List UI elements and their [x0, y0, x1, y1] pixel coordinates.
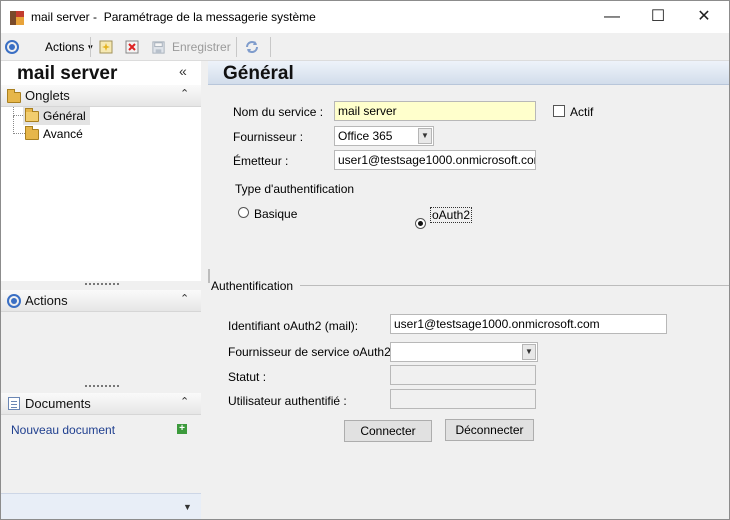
- auth-oauth2-label: oAuth2: [430, 207, 473, 223]
- auth-basic-label: Basique: [254, 207, 298, 221]
- navigation-header: mail server «: [1, 61, 201, 85]
- delete-icon[interactable]: [124, 39, 140, 55]
- oauth-id-input[interactable]: user1@testsage1000.onmicrosoft.com: [390, 314, 667, 334]
- tree-item-label: Général: [43, 109, 86, 123]
- group-header-documents[interactable]: Documents ⌃: [1, 393, 201, 415]
- minimize-button[interactable]: —: [589, 1, 635, 33]
- folder-icon: [7, 89, 21, 103]
- collapse-pane-button[interactable]: «: [179, 63, 187, 79]
- group-header-actions[interactable]: Actions ⌃: [1, 290, 201, 312]
- app-icon: [10, 11, 24, 25]
- tree-item-general[interactable]: Général: [23, 107, 90, 125]
- sender-input[interactable]: user1@testsage1000.onmicrosoft.com: [334, 150, 536, 170]
- connect-button[interactable]: Connecter: [344, 420, 432, 442]
- provider-label: Fournisseur :: [233, 130, 304, 144]
- provider-select[interactable]: Office 365 ▼: [334, 126, 434, 146]
- close-icon: ✕: [697, 8, 711, 25]
- main-pane: Général Nom du service : mail server Act…: [208, 61, 729, 519]
- toolbar-separator: [90, 37, 91, 57]
- authenticated-user-label: Utilisateur authentifié :: [228, 394, 347, 408]
- active-checkbox[interactable]: [553, 105, 565, 117]
- document-icon: [8, 397, 20, 410]
- provider-select-value: Office 365: [338, 129, 393, 143]
- tree-item-label: Avancé: [43, 127, 83, 141]
- disconnect-button[interactable]: Déconnecter: [445, 419, 534, 441]
- close-button[interactable]: ✕: [681, 1, 727, 33]
- auth-oauth2-radio[interactable]: [415, 218, 426, 229]
- status-field: [390, 365, 536, 385]
- section-divider-edge: [208, 269, 210, 283]
- oauth-provider-select[interactable]: ▼: [390, 342, 538, 362]
- actions-circle-icon: [5, 40, 19, 54]
- group-body-actions: [1, 312, 201, 384]
- group-label-actions: Actions: [25, 293, 68, 308]
- chevron-down-icon[interactable]: ▼: [418, 128, 432, 144]
- folder-icon: [25, 125, 39, 140]
- collapse-chevron-icon: ⌃: [180, 396, 190, 408]
- refresh-icon[interactable]: [244, 39, 260, 55]
- chevron-down-icon: ▼: [183, 502, 192, 512]
- active-label: Actif: [570, 105, 594, 119]
- status-label: Statut :: [228, 370, 267, 384]
- collapse-chevron-icon: ⌃: [180, 293, 190, 305]
- service-name-label: Nom du service :: [233, 105, 324, 119]
- actions-menu-button[interactable]: Actions ▼: [5, 37, 94, 57]
- window-title-suffix: Paramétrage de la messagerie système: [103, 10, 316, 24]
- group-label-onglets: Onglets: [25, 88, 70, 103]
- sender-label: Émetteur :: [233, 154, 289, 168]
- toolbar-separator: [270, 37, 271, 57]
- service-name-input[interactable]: mail server: [334, 101, 536, 121]
- oauth-provider-label: Fournisseur de service oAuth2 :: [228, 345, 398, 359]
- splitter-grip[interactable]: [85, 283, 119, 287]
- collapse-chevron-icon: ⌃: [180, 88, 190, 100]
- chevron-down-icon[interactable]: ▼: [522, 344, 536, 360]
- app-window: mail server - Paramétrage de la messager…: [0, 0, 730, 520]
- maximize-icon: ☐: [650, 8, 666, 25]
- new-record-icon[interactable]: [98, 39, 114, 55]
- tree-item-avance[interactable]: Avancé: [23, 125, 87, 143]
- toolbar: Actions ▼ Enregistrer: [1, 33, 729, 61]
- actions-circle-icon: [7, 294, 21, 308]
- group-label-documents: Documents: [25, 396, 91, 411]
- actions-menu-label: Actions: [45, 40, 85, 54]
- navigation-pane: mail server « Onglets ⌃ Général Avancé A…: [1, 61, 201, 519]
- window-title-app: mail server: [31, 10, 90, 24]
- window-title: mail server - Paramétrage de la messager…: [31, 10, 316, 24]
- add-document-icon[interactable]: +: [177, 424, 187, 434]
- group-body-onglets: Général Avancé: [1, 107, 201, 281]
- navigation-title: mail server: [17, 63, 118, 84]
- new-document-link[interactable]: Nouveau document: [11, 423, 115, 437]
- auth-type-label: Type d'authentification: [235, 182, 355, 196]
- authentication-section-label: Authentification: [211, 279, 294, 293]
- minimize-icon: —: [604, 8, 620, 25]
- group-header-onglets[interactable]: Onglets ⌃: [1, 85, 201, 107]
- auth-basic-radio[interactable]: [238, 207, 249, 218]
- toolbar-separator: [236, 37, 237, 57]
- save-icon: [152, 40, 165, 54]
- navigation-bottom-bar[interactable]: ▼: [1, 493, 201, 519]
- oauth-id-label: Identifiant oAuth2 (mail):: [228, 319, 359, 333]
- save-button[interactable]: Enregistrer: [151, 37, 231, 57]
- authenticated-user-field: [390, 389, 536, 409]
- save-label: Enregistrer: [172, 40, 231, 54]
- title-bar: mail server - Paramétrage de la messager…: [1, 1, 729, 33]
- open-folder-icon: [25, 107, 39, 122]
- splitter-grip[interactable]: [85, 385, 119, 389]
- group-body-documents: Nouveau document +: [1, 415, 201, 493]
- maximize-button[interactable]: ☐: [635, 1, 681, 33]
- section-divider: [300, 285, 729, 286]
- main-header: Général: [208, 61, 729, 85]
- page-title: Général: [223, 63, 294, 84]
